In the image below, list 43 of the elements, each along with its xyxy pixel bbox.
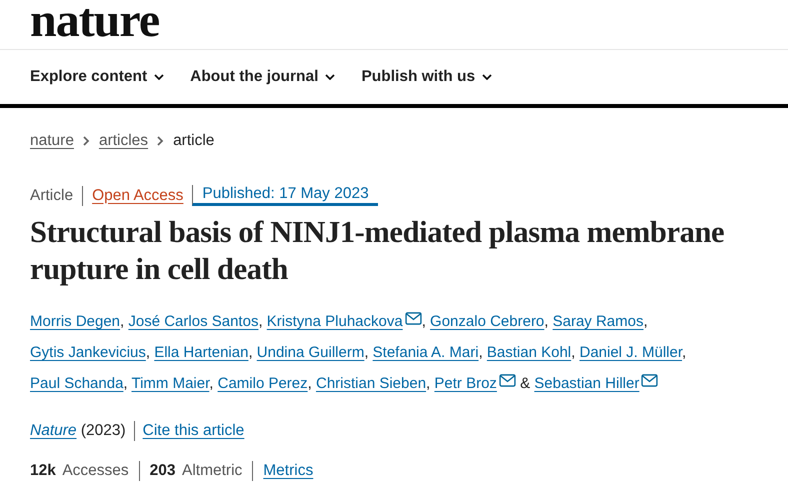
journal-link[interactable]: Nature: [30, 422, 77, 439]
chevron-down-icon: [154, 74, 164, 80]
author-link[interactable]: Sebastian Hiller: [534, 375, 640, 392]
article-type: Article: [30, 186, 74, 206]
chevron-right-icon: [157, 134, 164, 148]
metrics-link[interactable]: Metrics: [252, 461, 324, 481]
author-link[interactable]: Bastian Kohl: [486, 344, 572, 361]
author-link[interactable]: Gonzalo Cebrero: [430, 313, 544, 330]
mail-icon[interactable]: [404, 312, 422, 325]
breadcrumb-current: article: [173, 132, 214, 150]
published-date-link[interactable]: Published: 17 May 2023: [192, 185, 378, 206]
article-title: Structural basis of NINJ1-mediated plasma membrane rupture in cell death: [30, 214, 726, 288]
author-link[interactable]: Stefania A. Mari: [372, 344, 479, 361]
chevron-down-icon: [325, 74, 336, 80]
author-link[interactable]: Timm Maier: [131, 375, 210, 392]
author-link[interactable]: Gytis Jankevicius: [30, 344, 146, 361]
chevron-down-icon: [482, 74, 492, 80]
journal-citation: Nature (2023): [30, 421, 127, 441]
breadcrumb-link[interactable]: nature: [30, 132, 74, 150]
author-link[interactable]: Saray Ramos: [552, 313, 644, 330]
author-link[interactable]: Camilo Perez: [218, 375, 308, 392]
author-link[interactable]: Daniel J. Müller: [579, 344, 682, 361]
open-access-link[interactable]: Open Access: [82, 186, 192, 206]
author-link[interactable]: Kristyna Pluhackova: [266, 313, 403, 330]
metric-count: 12k Accesses: [30, 461, 130, 481]
mail-icon[interactable]: [641, 374, 658, 387]
author-link[interactable]: José Carlos Santos: [128, 313, 258, 330]
nav-menu-button[interactable]: Explore content: [30, 68, 164, 86]
author-link[interactable]: Undina Guillerm: [256, 344, 364, 361]
author-link[interactable]: Morris Degen: [30, 313, 120, 330]
chevron-right-icon: [82, 134, 90, 148]
author-link[interactable]: Christian Sieben: [316, 375, 426, 392]
author-list: Morris Degen, José Carlos Santos, Kristyna Pluhackova , Gonzalo Cebrero, Saray Ramos, Gytis Jankevicius, Ella Hartenian, Undina Guillerm, Stefania A. Mari, Bastian Kohl, Daniel J. Müller, Paul Schanda, Timm Maier, Camilo Perez, Christian Sieben, Petr Broz & Sebastian Hiller: [30, 306, 758, 399]
breadcrumb-link[interactable]: articles: [98, 132, 148, 150]
nature-logo[interactable]: nature: [30, 0, 160, 42]
author-link[interactable]: Paul Schanda: [30, 375, 124, 392]
nav-menu-button[interactable]: Publish with us: [361, 68, 492, 86]
metric-count: 203 Altmetric: [138, 461, 252, 481]
author-link[interactable]: Petr Broz: [434, 375, 497, 392]
nav-menu-button[interactable]: About the journal: [190, 68, 336, 86]
author-link[interactable]: Ella Hartenian: [154, 344, 248, 361]
mail-icon[interactable]: [498, 374, 516, 387]
cite-link[interactable]: Cite this article: [134, 421, 252, 441]
